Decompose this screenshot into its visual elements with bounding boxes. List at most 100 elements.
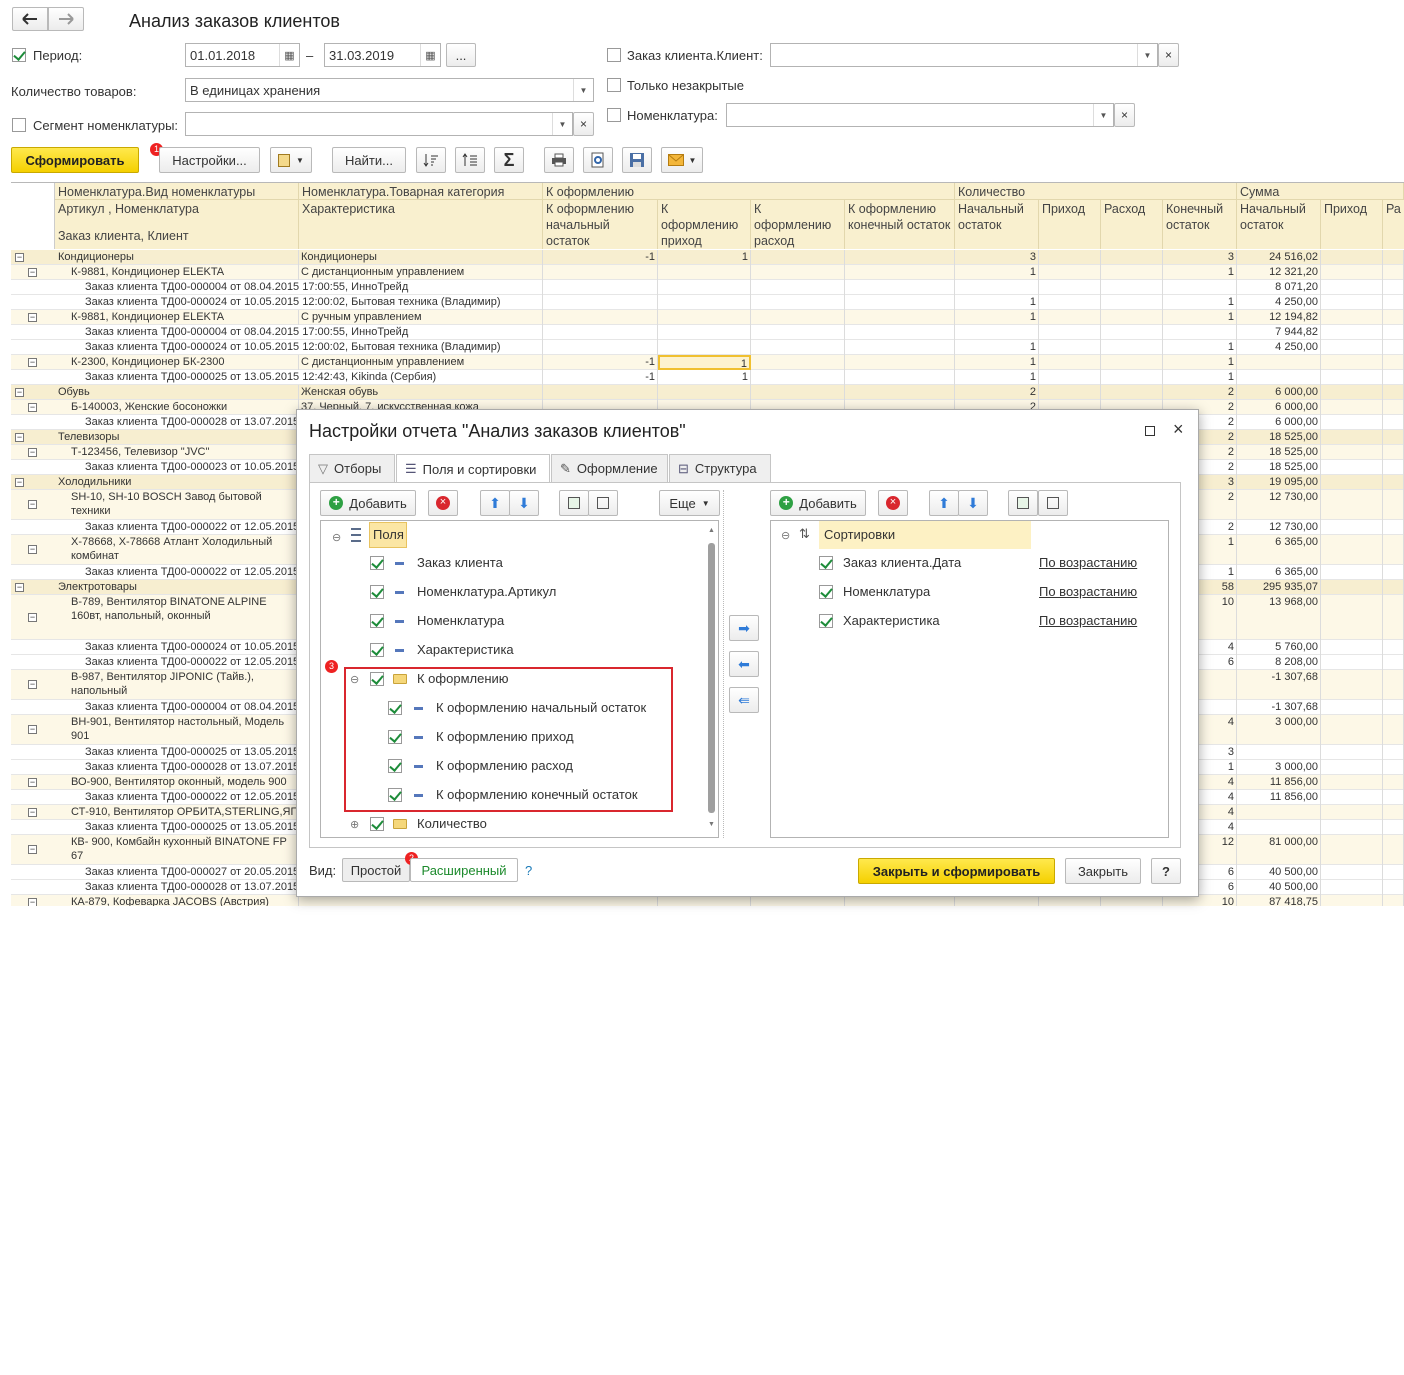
scrollbar[interactable]: [708, 543, 715, 813]
qty-select[interactable]: В единицах хранения ▼: [185, 78, 594, 102]
collapse-toggle-icon[interactable]: −: [28, 777, 37, 787]
collapse-icon[interactable]: ⊖: [781, 529, 790, 542]
move-right-button[interactable]: ➡: [729, 615, 759, 641]
collapse-toggle-icon[interactable]: −: [28, 402, 37, 412]
maximize-icon[interactable]: [1145, 426, 1155, 436]
help-button[interactable]: ?: [1151, 858, 1181, 884]
field-item[interactable]: Номенклатура: [417, 613, 504, 628]
field-checkbox[interactable]: [370, 614, 384, 628]
collapse-toggle-icon[interactable]: −: [28, 725, 37, 734]
field-item[interactable]: Номенклатура.Артикул: [417, 584, 556, 599]
date-from-field[interactable]: 01.01.2018 ▦: [185, 43, 300, 67]
group-checkbox[interactable]: [370, 817, 384, 831]
collapse-toggle-icon[interactable]: −: [15, 582, 24, 592]
tab-structure[interactable]: ⊟ Структура: [669, 454, 771, 482]
view-extended-button[interactable]: Расширенный: [410, 858, 518, 882]
sort-item[interactable]: Номенклатура: [843, 584, 930, 599]
collapse-toggle-icon[interactable]: −: [28, 500, 37, 509]
variant-button[interactable]: ▼: [270, 147, 312, 173]
close-button[interactable]: Закрыть: [1065, 858, 1141, 884]
sort-item[interactable]: Заказ клиента.Дата: [843, 555, 961, 570]
table-row[interactable]: − К-2300, Кондиционер БК-2300 С дистанцион…: [11, 355, 1404, 370]
calendar-icon[interactable]: ▦: [420, 44, 440, 66]
field-checkbox[interactable]: [370, 556, 384, 570]
back-button[interactable]: [12, 7, 48, 31]
uncheck-all-button[interactable]: [588, 490, 618, 516]
tab-filters[interactable]: ▽ Отборы: [309, 454, 395, 482]
table-row[interactable]: Заказ клиента ТД00-000024 от 10.05.2015 …: [11, 340, 1404, 355]
collapse-toggle-icon[interactable]: −: [28, 545, 37, 554]
table-row[interactable]: − Кондиционеры Кондиционеры -1 1 3 3 24 516,02: [11, 250, 1404, 265]
collapse-toggle-icon[interactable]: −: [28, 447, 37, 457]
collapse-toggle-icon[interactable]: −: [28, 312, 37, 322]
sort-checkbox[interactable]: [819, 585, 833, 599]
sort-desc-button[interactable]: [455, 147, 485, 173]
save-button[interactable]: [622, 147, 652, 173]
collapse-toggle-icon[interactable]: −: [28, 897, 37, 906]
calendar-icon[interactable]: ▦: [279, 44, 299, 66]
collapse-toggle-icon[interactable]: −: [15, 477, 24, 487]
tab-fields-sort[interactable]: ☰ Поля и сортировки: [396, 454, 550, 483]
period-select-button[interactable]: ...: [446, 43, 476, 67]
segment-checkbox[interactable]: [12, 118, 26, 132]
generate-button[interactable]: Сформировать: [11, 147, 139, 173]
group-item[interactable]: Количество: [417, 816, 487, 831]
email-button[interactable]: ▼: [661, 147, 703, 173]
move-up-button[interactable]: ⬆: [480, 490, 510, 516]
collapse-icon[interactable]: ⊖: [332, 531, 341, 544]
date-to-field[interactable]: 31.03.2019 ▦: [324, 43, 441, 67]
sort-direction-link[interactable]: По возрастанию: [1039, 555, 1137, 570]
sort-down-button[interactable]: ⬇: [958, 490, 988, 516]
segment-field[interactable]: ▼: [185, 112, 573, 136]
client-checkbox[interactable]: [607, 48, 621, 62]
table-row[interactable]: Заказ клиента ТД00-000025 от 13.05.2015 …: [11, 370, 1404, 385]
chevron-down-icon[interactable]: ▼: [1093, 104, 1113, 126]
collapse-toggle-icon[interactable]: −: [28, 267, 37, 277]
collapse-toggle-icon[interactable]: −: [28, 680, 37, 689]
add-field-button[interactable]: + Добавить: [320, 490, 416, 516]
segment-clear-button[interactable]: ×: [573, 112, 594, 136]
close-generate-button[interactable]: Закрыть и сформировать: [858, 858, 1055, 884]
move-all-left-button[interactable]: ⇚: [729, 687, 759, 713]
view-help-link[interactable]: ?: [525, 863, 532, 878]
nomenclature-clear-button[interactable]: ×: [1114, 103, 1135, 127]
preview-button[interactable]: [583, 147, 613, 173]
move-left-button[interactable]: ⬅: [729, 651, 759, 677]
delete-sort-button[interactable]: ×: [878, 490, 908, 516]
sort-item[interactable]: Характеристика: [843, 613, 940, 628]
sort-uncheck-all-button[interactable]: [1038, 490, 1068, 516]
add-sort-button[interactable]: + Добавить: [770, 490, 866, 516]
delete-field-button[interactable]: ×: [428, 490, 458, 516]
period-checkbox[interactable]: [12, 48, 26, 62]
nomenclature-field[interactable]: ▼: [726, 103, 1114, 127]
forward-button[interactable]: [48, 7, 84, 31]
collapse-toggle-icon[interactable]: −: [28, 612, 37, 622]
print-button[interactable]: [544, 147, 574, 173]
sort-checkbox[interactable]: [819, 556, 833, 570]
table-row[interactable]: Заказ клиента ТД00-000004 от 08.04.2015 …: [11, 325, 1404, 340]
table-row[interactable]: Заказ клиента ТД00-000004 от 08.04.2015 …: [11, 280, 1404, 295]
table-row[interactable]: − К-9881, Кондиционер ELEKTA С ручным упра…: [11, 310, 1404, 325]
more-button[interactable]: Еще ▼: [659, 490, 720, 516]
collapse-toggle-icon[interactable]: −: [28, 845, 37, 854]
chevron-down-icon[interactable]: ▼: [552, 113, 572, 135]
find-button[interactable]: Найти...: [332, 147, 406, 173]
view-simple-button[interactable]: Простой: [342, 858, 410, 882]
table-row[interactable]: − К-9881, Кондиционер ELEKTA С дистанционн…: [11, 265, 1404, 280]
field-checkbox[interactable]: [370, 643, 384, 657]
nomenclature-checkbox[interactable]: [607, 108, 621, 122]
tab-appearance[interactable]: ✎ Оформление: [551, 454, 668, 482]
client-clear-button[interactable]: ×: [1158, 43, 1179, 67]
sort-asc-button[interactable]: [416, 147, 446, 173]
expand-icon[interactable]: ⊕: [350, 818, 359, 831]
client-field[interactable]: ▼: [770, 43, 1158, 67]
field-checkbox[interactable]: [370, 585, 384, 599]
collapse-toggle-icon[interactable]: −: [15, 252, 24, 262]
table-row[interactable]: Заказ клиента ТД00-000024 от 10.05.2015 …: [11, 295, 1404, 310]
chevron-down-icon[interactable]: ▼: [573, 79, 593, 101]
field-item[interactable]: Характеристика: [417, 642, 514, 657]
table-row[interactable]: − Обувь Женская обувь 2 2 6 000,00: [11, 385, 1404, 400]
settings-button[interactable]: Настройки...: [159, 147, 260, 173]
sort-checkbox[interactable]: [819, 614, 833, 628]
sort-direction-link[interactable]: По возрастанию: [1039, 584, 1137, 599]
